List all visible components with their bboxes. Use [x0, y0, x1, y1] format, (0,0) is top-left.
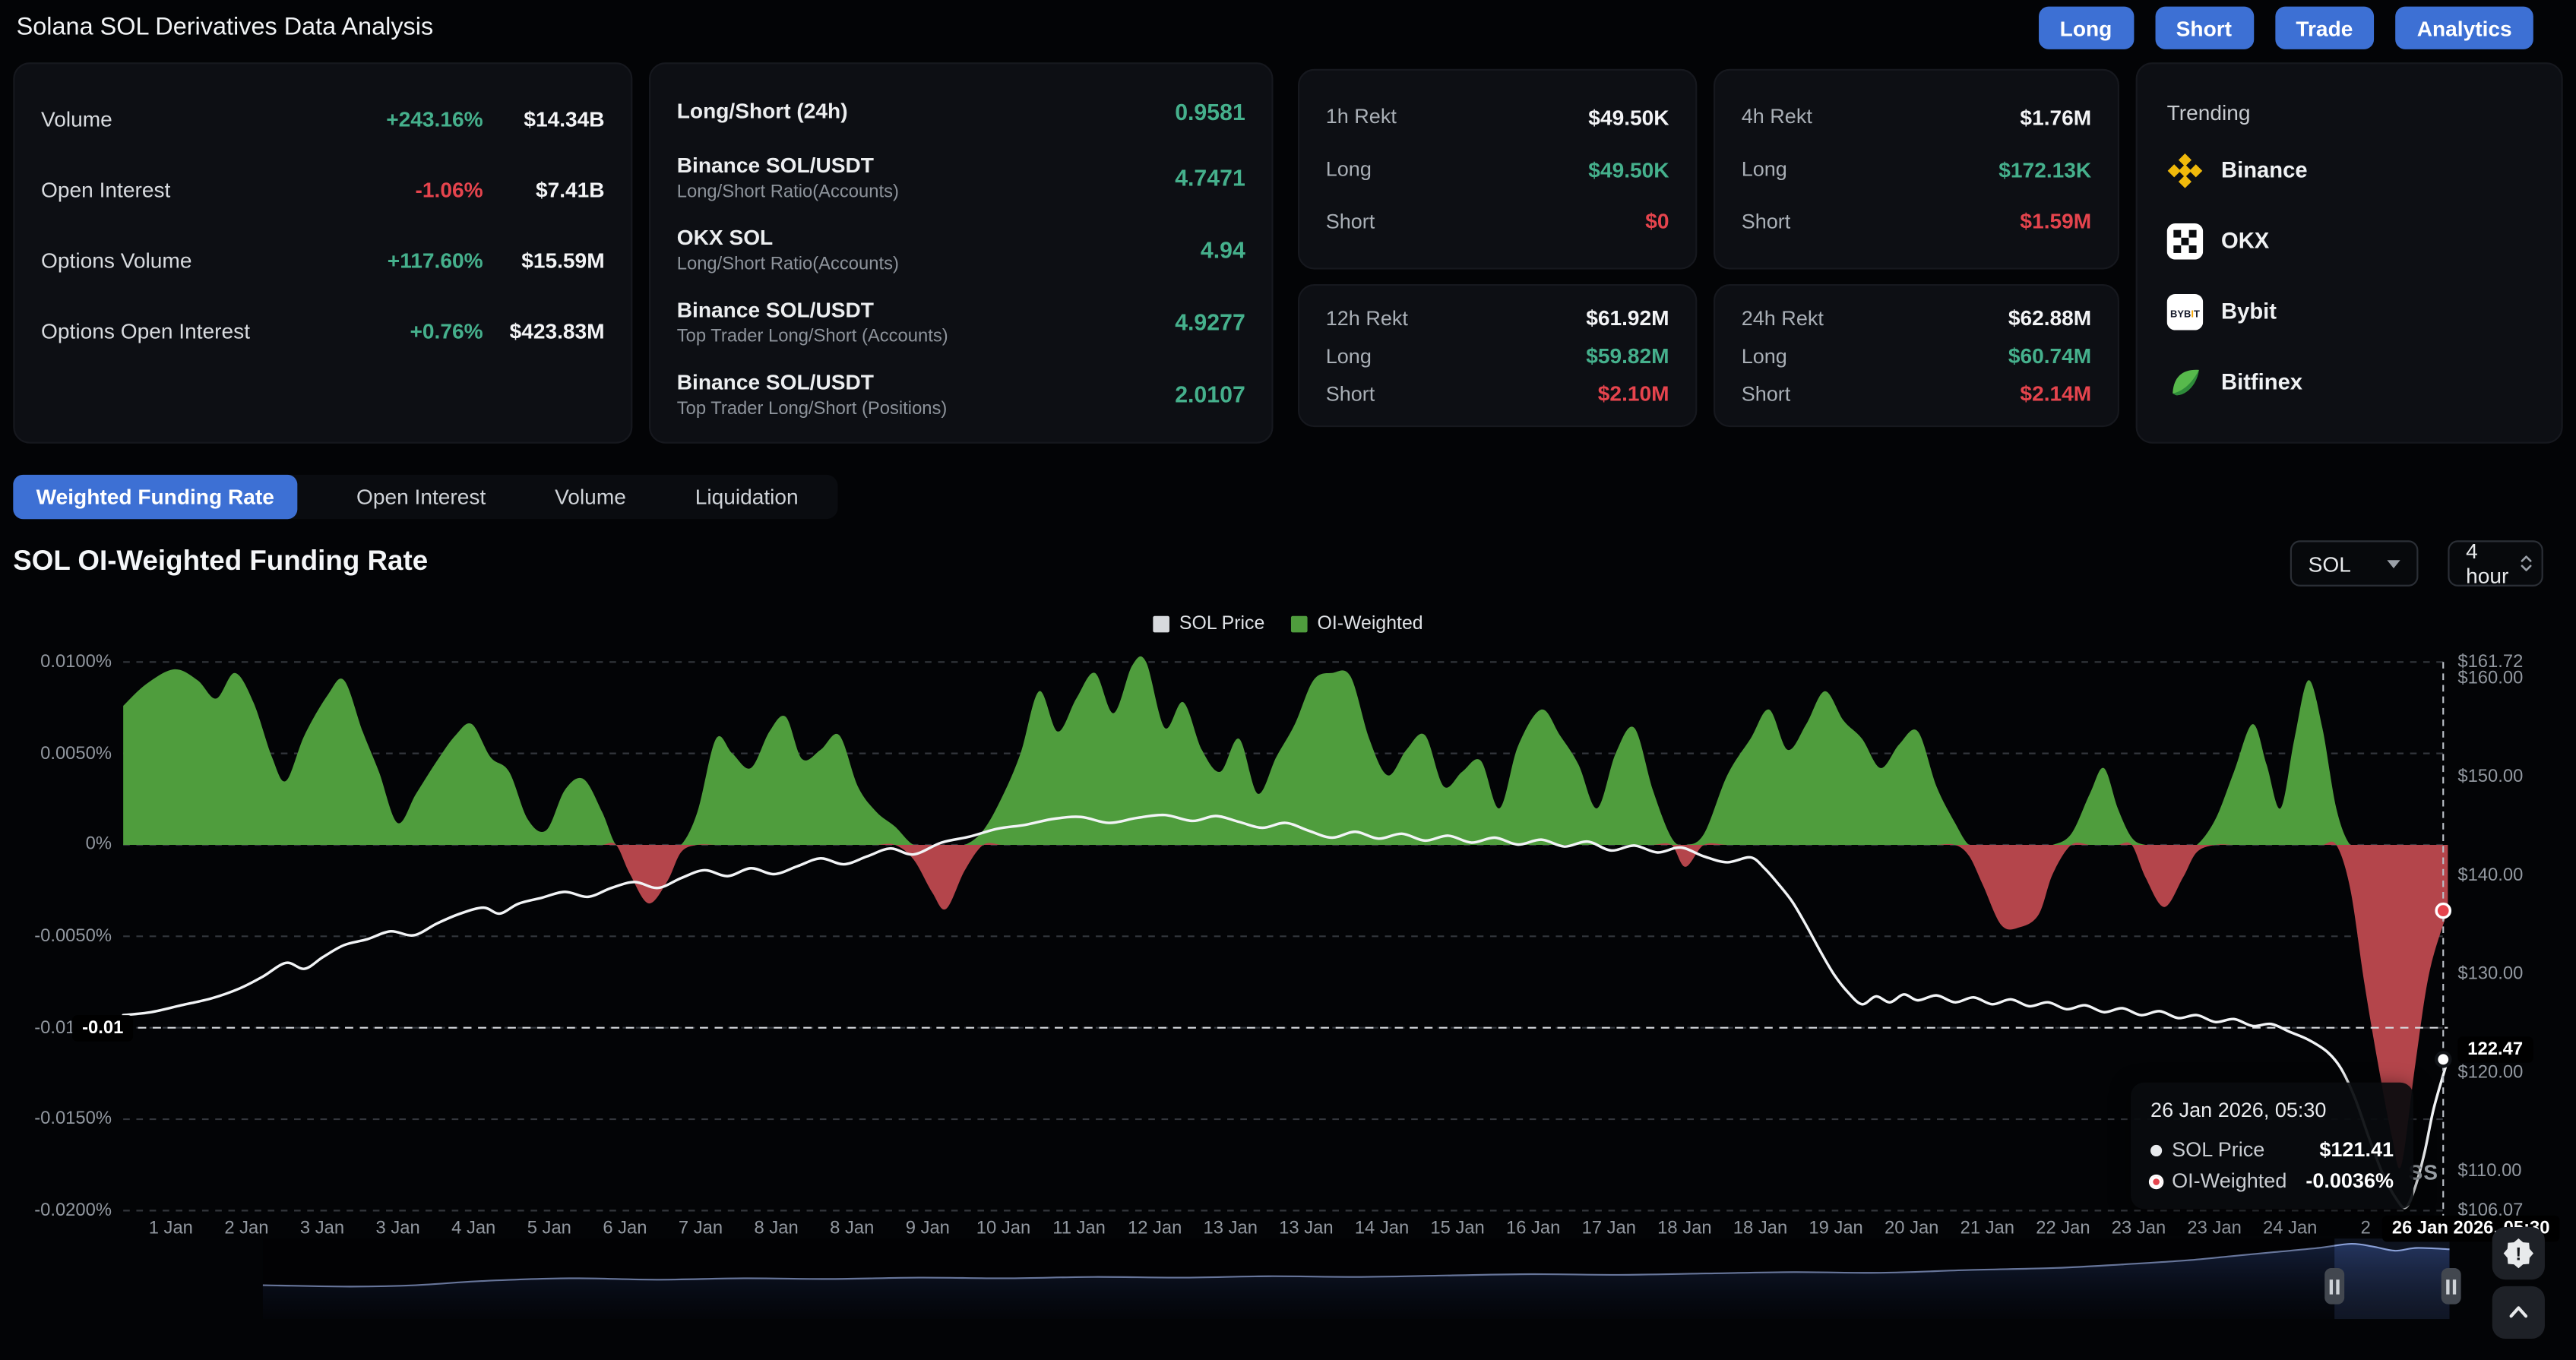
tooltip-series-label: OI-Weighted [2172, 1169, 2286, 1192]
chart-tooltip: 26 Jan 2026, 05:30 SOL Price $121.41 OI-We… [2131, 1083, 2413, 1209]
y-axis-left-label: -0.0150% [10, 1109, 112, 1129]
x-axis-label: 8 Jan [815, 1219, 890, 1238]
y-axis-right-label: $160.00 [2457, 669, 2566, 689]
x-axis-label: 2 Jan [209, 1219, 284, 1238]
x-axis-label: 3 Jan [360, 1219, 435, 1238]
x-axis-label: 23 Jan [2101, 1219, 2176, 1238]
y-axis-left-label: -0.0050% [10, 926, 112, 946]
x-axis-label: 1 Jan [133, 1219, 208, 1238]
x-axis-label: 24 Jan [2252, 1219, 2328, 1238]
y-axis-left-label: 0% [10, 835, 112, 855]
y-axis-right-label: $140.00 [2457, 866, 2566, 886]
x-axis-label: 12 Jan [1117, 1219, 1192, 1238]
x-axis-label: 10 Jan [966, 1219, 1041, 1238]
last-price-axis-tag: 122.47 [2457, 1036, 2533, 1062]
tooltip-series-dot [2150, 1175, 2162, 1187]
x-axis-label: 8 Jan [739, 1219, 814, 1238]
tooltip-series-label: SOL Price [2172, 1138, 2264, 1161]
x-axis-label: 11 Jan [1041, 1219, 1116, 1238]
x-axis-label: 15 Jan [1419, 1219, 1495, 1238]
navigator-left-handle[interactable] [2324, 1268, 2344, 1305]
x-axis-label: 3 Jan [284, 1219, 359, 1238]
tooltip-series-dot [2150, 1144, 2162, 1156]
derivatives-dashboard: Solana SOL Derivatives Data Analysis Lon… [0, 0, 2576, 1360]
x-axis-label: 18 Jan [1723, 1219, 1798, 1238]
x-axis-label: 18 Jan [1647, 1219, 1722, 1238]
y-axis-right-label: $110.00 [2457, 1162, 2566, 1181]
threshold-axis-tag: -0.01 [72, 1014, 133, 1041]
y-axis-left-label: 0.0050% [10, 744, 112, 764]
navigator-right-handle[interactable] [2442, 1268, 2461, 1305]
tooltip-series-value: $121.41 [2319, 1138, 2394, 1161]
x-axis-label: 6 Jan [587, 1219, 663, 1238]
alert-badge-button[interactable]: ! [2492, 1227, 2545, 1279]
y-axis-right-label: $130.00 [2457, 965, 2566, 985]
chevron-up-icon [2504, 1298, 2533, 1327]
tooltip-row: SOL Price $121.41 [2150, 1138, 2394, 1161]
tooltip-series-value: -0.0036% [2305, 1169, 2394, 1192]
x-axis-label: 4 Jan [436, 1219, 511, 1238]
y-axis-right-label: $150.00 [2457, 767, 2566, 787]
seal-exclamation-icon: ! [2502, 1237, 2535, 1270]
x-axis-label: 23 Jan [2176, 1219, 2252, 1238]
x-axis-label: 19 Jan [1798, 1219, 1873, 1238]
x-axis-label: 13 Jan [1268, 1219, 1343, 1238]
y-axis-left-label: -0.0200% [10, 1200, 112, 1220]
tooltip-timestamp: 26 Jan 2026, 05:30 [2150, 1099, 2394, 1121]
svg-text:!: ! [2515, 1244, 2521, 1264]
x-axis-label: 13 Jan [1193, 1219, 1268, 1238]
x-axis-label: 17 Jan [1571, 1219, 1647, 1238]
x-axis-label: 22 Jan [2025, 1219, 2100, 1238]
tooltip-row: OI-Weighted -0.0036% [2150, 1169, 2394, 1192]
y-axis-right-label: $120.00 [2457, 1064, 2566, 1083]
x-axis-label: 16 Jan [1495, 1219, 1571, 1238]
x-axis-label: 9 Jan [890, 1219, 965, 1238]
x-axis-label: 20 Jan [1874, 1219, 1949, 1238]
x-axis-label: 5 Jan [511, 1219, 587, 1238]
x-axis-label: 14 Jan [1344, 1219, 1419, 1238]
y-axis-left-label: 0.0100% [10, 652, 112, 672]
x-axis-label: 7 Jan [663, 1219, 738, 1238]
scroll-top-button[interactable] [2492, 1286, 2545, 1339]
x-axis-label: 21 Jan [1950, 1219, 2025, 1238]
